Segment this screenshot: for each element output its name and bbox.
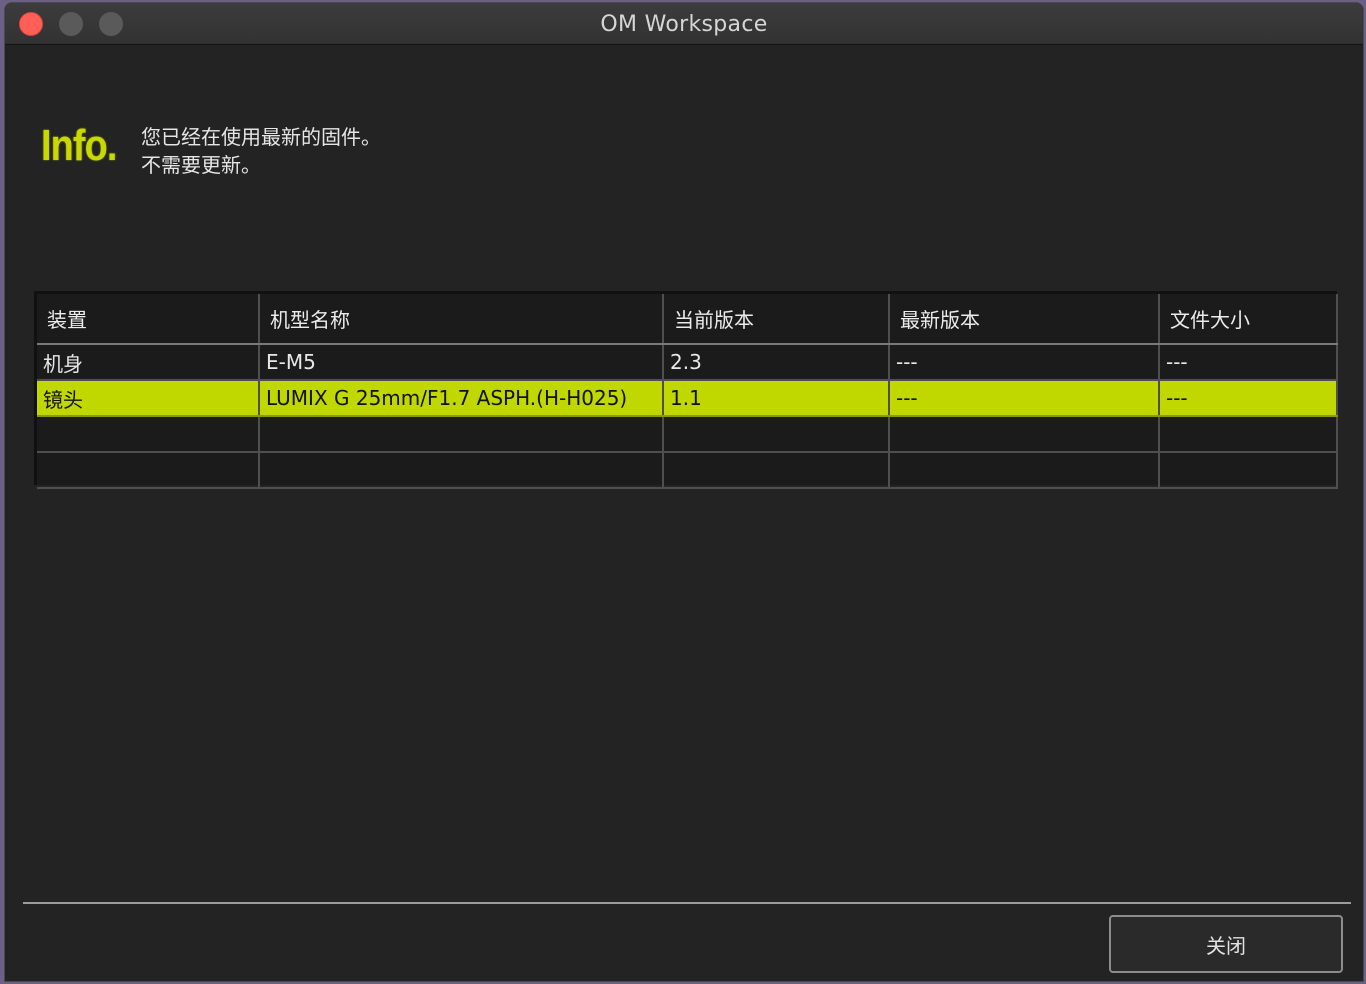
close-button[interactable]: 关闭 [1109,915,1343,973]
info-logo: Info. [41,121,117,170]
cell-file-size: --- [1159,380,1338,417]
cell-latest-version [889,452,1160,489]
table-row-empty[interactable] [37,452,1338,489]
column-header-file-size[interactable]: 文件大小 [1159,294,1338,345]
table-header-row: 装置 机型名称 当前版本 最新版本 文件大小 [37,294,1338,345]
column-header-model-name[interactable]: 机型名称 [259,294,664,345]
cell-model-name: LUMIX G 25mm/F1.7 ASPH.(H-H025) [259,380,664,417]
cell-file-size [1159,452,1338,489]
cell-file-size: --- [1159,344,1338,381]
cell-latest-version [889,416,1160,453]
table-row-selected[interactable]: 镜头 LUMIX G 25mm/F1.7 ASPH.(H-H025) 1.1 -… [37,380,1338,417]
cell-latest-version: --- [889,380,1160,417]
table-row-empty[interactable] [37,416,1338,453]
dialog-window: OM Workspace Info. 您已经在使用最新的固件。 不需要更新。 装… [4,2,1364,982]
column-header-current-version[interactable]: 当前版本 [663,294,890,345]
cell-device [37,416,260,453]
cell-model-name: E-M5 [259,344,664,381]
cell-current-version: 1.1 [663,380,890,417]
cell-current-version [663,416,890,453]
cell-current-version [663,452,890,489]
cell-model-name [259,416,664,453]
cell-current-version: 2.3 [663,344,890,381]
footer-divider [23,902,1351,904]
cell-device [37,452,260,489]
info-message-line1: 您已经在使用最新的固件。 [141,125,381,149]
cell-device: 机身 [37,344,260,381]
window-title: OM Workspace [600,12,768,37]
column-header-device[interactable]: 装置 [37,294,260,345]
firmware-table: 装置 机型名称 当前版本 最新版本 文件大小 机身 E-M5 2.3 --- -… [34,291,1338,489]
cell-device: 镜头 [37,380,260,417]
cell-file-size [1159,416,1338,453]
table-row[interactable]: 机身 E-M5 2.3 --- --- [37,344,1338,381]
cell-latest-version: --- [889,344,1160,381]
info-message-line2: 不需要更新。 [141,153,261,177]
title-bar[interactable]: OM Workspace [5,3,1363,45]
cell-model-name [259,452,664,489]
column-header-latest-version[interactable]: 最新版本 [889,294,1160,345]
